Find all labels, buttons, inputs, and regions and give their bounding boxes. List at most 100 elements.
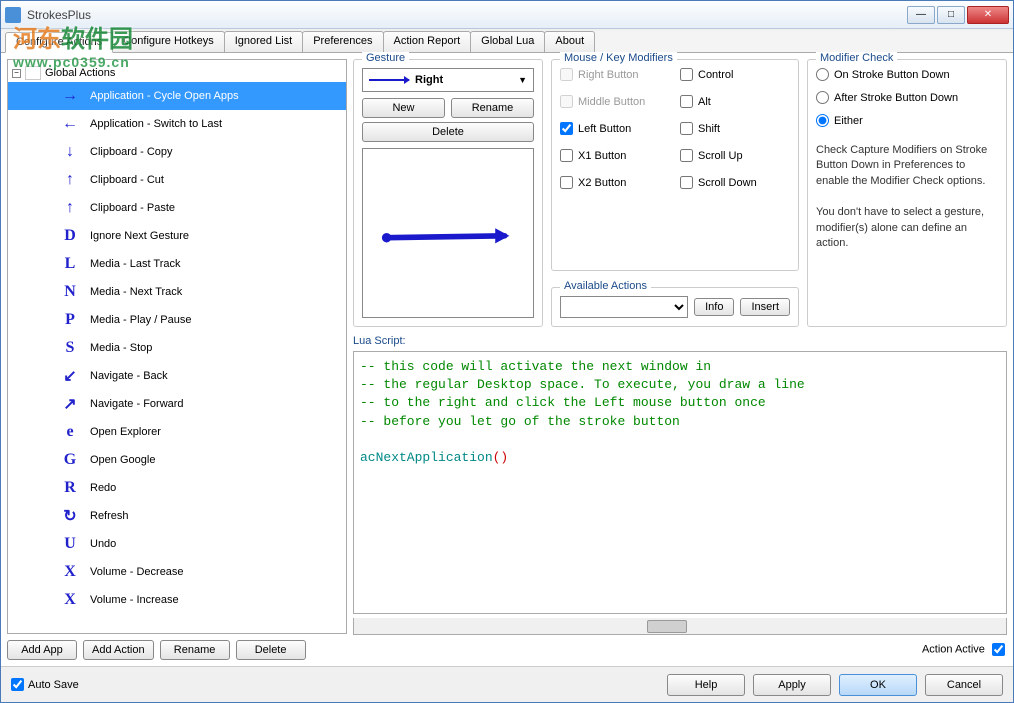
tree-item-label: Media - Stop [90,342,152,354]
actions-tree[interactable]: − Global Actions → Application - Cycle Op… [7,59,347,634]
gesture-glyph-icon: ↻ [58,504,82,528]
gesture-glyph-icon: N [58,280,82,304]
gesture-preview [362,148,534,318]
tree-item[interactable]: S Media - Stop [8,334,346,362]
tree-item[interactable]: UUndo [8,530,346,558]
tab-preferences[interactable]: Preferences [302,31,383,52]
gesture-dropdown[interactable]: Right ▼ [362,68,534,92]
auto-save-checkbox[interactable]: Auto Save [11,678,79,691]
tree-item[interactable]: DIgnore Next Gesture [8,222,346,250]
on-stroke-down-radio[interactable]: On Stroke Button Down [816,68,998,81]
tree-item[interactable]: RRedo [8,474,346,502]
modifier-check-group: Modifier Check On Stroke Button Down Aft… [807,59,1007,327]
add-action-button[interactable]: Add Action [83,640,154,660]
gesture-rename-button[interactable]: Rename [451,98,534,118]
gesture-new-button[interactable]: New [362,98,445,118]
action-active-checkbox[interactable] [992,643,1005,656]
lua-script-editor[interactable]: -- this code will activate the next wind… [353,351,1007,614]
modifiers-group: Mouse / Key Modifiers Right Button Contr… [551,59,799,271]
add-app-button[interactable]: Add App [7,640,77,660]
scroll-down-checkbox[interactable]: Scroll Down [680,176,790,189]
gesture-glyph-icon: ← [58,112,82,136]
tree-item[interactable]: LMedia - Last Track [8,250,346,278]
tree-item[interactable]: N Media - Next Track [8,278,346,306]
gesture-glyph-icon: ↙ [58,364,82,388]
gesture-glyph-icon: e [58,420,82,444]
tab-about[interactable]: About [544,31,595,52]
x1-button-checkbox[interactable]: X1 Button [560,149,670,162]
tree-item-label: Application - Switch to Last [90,118,222,130]
tree-root[interactable]: − Global Actions [8,64,346,82]
tree-item-label: Volume - Increase [90,594,179,606]
help-button[interactable]: Help [667,674,745,696]
lua-script-label: Lua Script: [353,335,1007,347]
tab-ignored-list[interactable]: Ignored List [224,31,303,52]
editor-hscrollbar[interactable] [353,618,1007,635]
tree-item-label: Volume - Decrease [90,566,184,578]
tree-item-label: Application - Cycle Open Apps [90,90,239,102]
scroll-up-checkbox[interactable]: Scroll Up [680,149,790,162]
tree-item[interactable]: ↓Clipboard - Copy [8,138,346,166]
shift-checkbox[interactable]: Shift [680,122,790,135]
tree-item-label: Ignore Next Gesture [90,230,189,242]
gesture-group: Gesture Right ▼ New Rename Delete [353,59,543,327]
x2-button-checkbox[interactable]: X2 Button [560,176,670,189]
tree-item[interactable]: ← Application - Switch to Last [8,110,346,138]
alt-checkbox[interactable]: Alt [680,95,790,108]
insert-button[interactable]: Insert [740,298,790,316]
close-button[interactable]: ✕ [967,6,1009,24]
minimize-button[interactable]: — [907,6,935,24]
tree-item-label: Media - Next Track [90,286,182,298]
tree-item-label: Refresh [90,510,129,522]
tree-item-label: Clipboard - Paste [90,202,175,214]
tree-item[interactable]: XVolume - Decrease [8,558,346,586]
tree-item-label: Open Explorer [90,426,161,438]
gesture-glyph-icon: ↑ [58,196,82,220]
collapse-icon[interactable]: − [12,69,21,78]
gesture-glyph-icon: R [58,476,82,500]
modifier-note-1: Check Capture Modifiers on Stroke Button… [816,143,998,189]
either-radio[interactable]: Either [816,114,998,127]
tree-item[interactable]: X Volume - Increase [8,586,346,614]
gesture-glyph-icon: P [58,308,82,332]
tree-item-label: Clipboard - Copy [90,146,173,158]
rename-button[interactable]: Rename [160,640,230,660]
gesture-glyph-icon: → [58,84,82,108]
delete-button[interactable]: Delete [236,640,306,660]
control-checkbox[interactable]: Control [680,68,790,81]
tree-item[interactable]: PMedia - Play / Pause [8,306,346,334]
tree-item[interactable]: ↻ Refresh [8,502,346,530]
tree-item-label: Navigate - Forward [90,398,184,410]
after-stroke-down-radio[interactable]: After Stroke Button Down [816,91,998,104]
tree-item[interactable]: ↙ Navigate - Back [8,362,346,390]
gesture-glyph-icon: X [58,588,82,612]
bottom-bar: Auto Save Help Apply OK Cancel [1,666,1013,702]
available-actions-group: Available Actions Info Insert [551,287,799,327]
left-button-checkbox[interactable]: Left Button [560,122,670,135]
tree-item[interactable]: → Application - Cycle Open Apps [8,82,346,110]
tree-item-label: Navigate - Back [90,370,168,382]
tree-item[interactable]: ↑ Clipboard - Paste [8,194,346,222]
modifier-note-2: You don't have to select a gesture, modi… [816,205,998,251]
gesture-glyph-icon: S [58,336,82,360]
middle-button-checkbox: Middle Button [560,95,670,108]
tree-item[interactable]: ↑Clipboard - Cut [8,166,346,194]
info-button[interactable]: Info [694,298,734,316]
tree-item[interactable]: GOpen Google [8,446,346,474]
apply-button[interactable]: Apply [753,674,831,696]
gesture-delete-button[interactable]: Delete [362,122,534,142]
tree-item[interactable]: ↗Navigate - Forward [8,390,346,418]
arrow-right-icon [369,79,409,81]
app-window: StrokesPlus — □ ✕ 河东软件园 www.pc0359.cn Co… [0,0,1014,703]
tab-configure-actions[interactable]: Configure Actions [5,32,113,53]
available-actions-dropdown[interactable] [560,296,688,318]
maximize-button[interactable]: □ [937,6,965,24]
tab-configure-hotkeys[interactable]: Configure Hotkeys [112,31,225,52]
ok-button[interactable]: OK [839,674,917,696]
gesture-glyph-icon: ↑ [58,168,82,192]
tree-root-label: Global Actions [45,67,115,79]
tree-item[interactable]: e Open Explorer [8,418,346,446]
tab-global-lua[interactable]: Global Lua [470,31,545,52]
tab-action-report[interactable]: Action Report [383,31,472,52]
cancel-button[interactable]: Cancel [925,674,1003,696]
